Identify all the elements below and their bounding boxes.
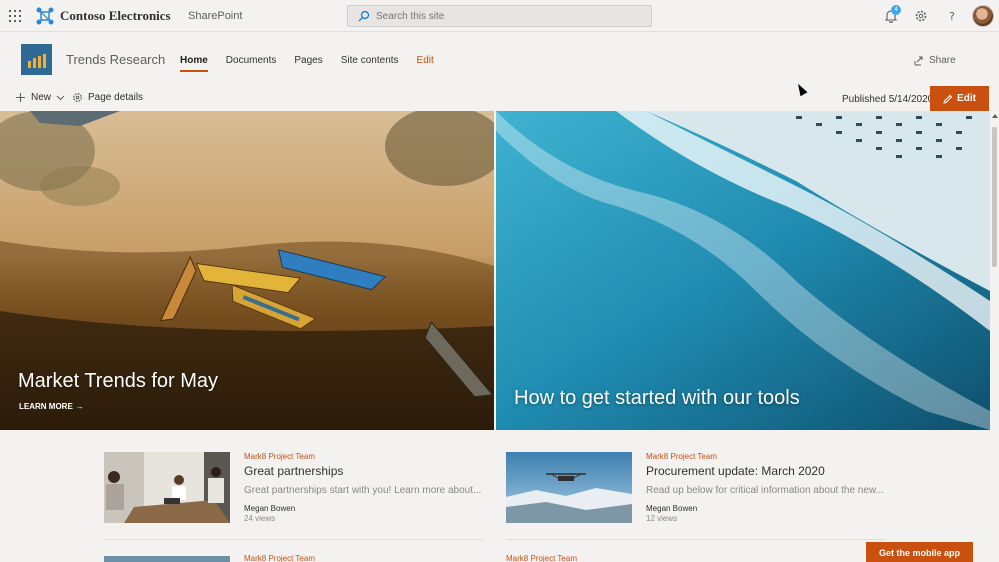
news-title[interactable]: Procurement update: March 2020 [646,464,825,478]
gear-icon[interactable] [913,8,929,24]
news-title[interactable]: Great partnerships [244,464,343,478]
learn-more-link[interactable]: LEARN MORE → [19,402,84,411]
site-navigation: Home Documents Pages Site contents Edit [180,55,434,72]
news-description: Great partnerships start with you! Learn… [244,485,482,496]
page-details-button[interactable]: Page details [72,92,143,103]
new-label: New [31,92,52,103]
app-launcher-icon[interactable] [9,10,21,22]
published-date: Published 5/14/2020 [842,94,934,105]
hero-title-market-trends[interactable]: Market Trends for May [18,370,218,393]
ocean-aerial-image [496,111,990,430]
svg-text:?: ? [949,10,955,23]
site-title[interactable]: Trends Research [66,52,165,67]
news-thumbnail-meeting [104,452,230,523]
edit-label: Edit [957,93,976,104]
search-icon [358,10,370,22]
news-category[interactable]: Mark8 Project Team [244,452,315,461]
app-name[interactable]: SharePoint [188,10,242,22]
news-category[interactable]: Mark8 Project Team [506,554,577,562]
news-divider [104,539,484,540]
news-thumbnail[interactable] [104,556,230,562]
brand-name[interactable]: Contoso Electronics [60,8,171,24]
news-category[interactable]: Mark8 Project Team [646,452,717,461]
nav-item-home[interactable]: Home [180,55,208,72]
news-card[interactable]: Mark8 Project Team Procurement update: M… [506,452,886,532]
news-author[interactable]: Megan Bowen [244,504,295,513]
suite-bar: Contoso Electronics SharePoint 4 ? [0,0,999,32]
share-button[interactable]: Share [914,55,956,66]
share-icon [914,56,923,65]
avatar[interactable] [972,5,994,27]
page-details-label: Page details [88,92,144,103]
new-button[interactable]: New [15,92,65,103]
news-description: Read up below for critical information a… [646,485,884,496]
news-views: 12 views [646,514,678,523]
hero-tile-get-started[interactable] [496,111,990,430]
nav-item-documents[interactable]: Documents [226,55,277,72]
search-box[interactable] [347,5,652,27]
contoso-logo-icon [36,7,54,25]
chevron-down-icon [56,95,65,100]
edit-button[interactable]: Edit [930,86,989,111]
site-logo[interactable] [21,44,52,75]
news-card[interactable]: Mark8 Project Team Great partnerships Gr… [104,452,484,532]
pencil-icon [943,94,953,104]
news-author[interactable]: Megan Bowen [646,504,697,513]
news-views: 24 views [244,514,276,523]
site-header: Trends Research Home Documents Pages Sit… [0,32,999,86]
news-category[interactable]: Mark8 Project Team [244,554,315,562]
get-mobile-app-button[interactable]: Get the mobile app [866,542,973,562]
page-scrollbar[interactable] [990,111,999,562]
news-thumbnail-drone [506,452,632,523]
arrow-right-icon: → [75,402,84,411]
nav-item-pages[interactable]: Pages [294,55,322,72]
news-divider [506,539,886,540]
scroll-up-arrow[interactable] [992,114,998,118]
nav-edit-link[interactable]: Edit [417,55,434,72]
plus-icon [16,93,25,102]
help-icon[interactable]: ? [944,8,960,24]
hero-title-get-started[interactable]: How to get started with our tools [514,387,800,410]
search-input[interactable] [376,9,636,23]
scrollbar-thumb[interactable] [992,127,997,267]
notification-badge: 4 [891,5,901,15]
nav-item-site-contents[interactable]: Site contents [341,55,399,72]
gear-icon [73,93,82,102]
share-label: Share [929,55,956,66]
learn-more-label: LEARN MORE [19,402,73,411]
